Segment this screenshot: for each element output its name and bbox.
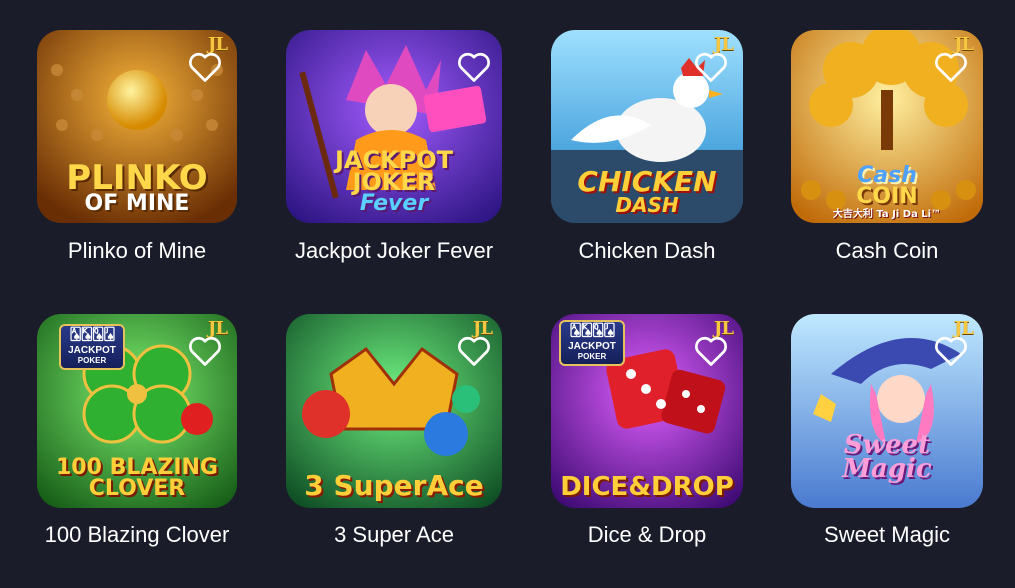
game-title[interactable]: Cash Coin	[751, 238, 1015, 264]
badge-top: JACKPOT	[568, 341, 616, 352]
game-card[interactable]: JL 3 SuperAce 3 Super Ace	[286, 314, 502, 559]
game-logo: DICE&DROP	[551, 472, 743, 503]
game-card[interactable]: JACKPOT JOKER Fever Jackpot Joker Fever	[286, 30, 502, 275]
game-logo: CHICKEN DASH	[551, 165, 743, 217]
game-logo: 100 BLAZING CLOVER	[37, 457, 237, 502]
badge-bottom: POKER	[577, 351, 607, 361]
badge-bottom: POKER	[77, 355, 107, 365]
game-logo: JACKPOT JOKER Fever	[286, 145, 502, 217]
jackpot-poker-badge: 🂡🂮🂭🂫 JACKPOT POKER	[559, 320, 625, 366]
favorite-button[interactable]	[693, 334, 729, 368]
game-thumbnail[interactable]: JL 🂡🂮🂭🂫 JACKPOT POKER DICE&DROP	[551, 314, 743, 508]
game-title[interactable]: Sweet Magic	[751, 522, 1015, 548]
game-title[interactable]: Plinko of Mine	[0, 238, 277, 264]
game-card[interactable]: JL Sweet Magic Sweet Magic	[791, 314, 983, 559]
game-logo-line: CHICKEN	[577, 165, 717, 199]
favorite-button[interactable]	[933, 50, 969, 84]
heart-outline-icon	[695, 336, 727, 366]
heart-outline-icon	[189, 52, 221, 82]
game-card[interactable]: JL PLINKO OF MINE Plinko of Mine	[37, 30, 237, 275]
game-title[interactable]: 3 Super Ace	[246, 522, 542, 548]
game-thumbnail[interactable]: JACKPOT JOKER Fever	[286, 30, 502, 223]
heart-outline-icon	[935, 336, 967, 366]
game-title[interactable]: 100 Blazing Clover	[0, 522, 277, 548]
favorite-button[interactable]	[456, 334, 492, 368]
game-logo-line: 3 SuperAce	[304, 469, 484, 503]
game-thumbnail[interactable]: JL CHICKEN DASH	[551, 30, 743, 223]
game-logo: PLINKO OF MINE	[37, 157, 237, 215]
game-card[interactable]: JL 🂡🂮🂭🂫 JACKPOT POKER 100 BLAZING CLOVER…	[37, 314, 237, 559]
favorite-button[interactable]	[693, 50, 729, 84]
game-title[interactable]: Chicken Dash	[511, 238, 783, 264]
game-title[interactable]: Dice & Drop	[511, 522, 783, 548]
game-logo-line: Sweet Magic	[842, 429, 932, 485]
heart-outline-icon	[189, 336, 221, 366]
playing-cards-icon: 🂡🂮🂭🂫	[69, 327, 115, 341]
favorite-button[interactable]	[187, 334, 223, 368]
heart-outline-icon	[935, 52, 967, 82]
heart-outline-icon	[695, 52, 727, 82]
game-logo-line: DICE&DROP	[560, 472, 734, 503]
game-logo-line: 大吉大利 Ta Ji Da Li™	[832, 208, 942, 220]
game-logo-line: PLINKO	[66, 157, 208, 198]
game-thumbnail[interactable]: JL 🂡🂮🂭🂫 JACKPOT POKER 100 BLAZING CLOVER	[37, 314, 237, 508]
game-thumbnail[interactable]: JL Cash COIN 大吉大利 Ta Ji Da Li™	[791, 30, 983, 223]
game-thumbnail[interactable]: JL 3 SuperAce	[286, 314, 502, 508]
game-logo: Sweet Magic	[791, 429, 983, 485]
game-card[interactable]: JL Cash COIN 大吉大利 Ta Ji Da Li™ Cash Coin	[791, 30, 983, 275]
game-thumbnail[interactable]: JL PLINKO OF MINE	[37, 30, 237, 223]
favorite-button[interactable]	[933, 334, 969, 368]
game-thumbnail[interactable]: JL Sweet Magic	[791, 314, 983, 508]
game-card[interactable]: JL 🂡🂮🂭🂫 JACKPOT POKER DICE&DROP Dice & D…	[551, 314, 743, 559]
favorite-button[interactable]	[187, 50, 223, 84]
heart-outline-icon	[458, 52, 490, 82]
game-logo-line: Fever	[359, 191, 429, 217]
game-logo-line: COIN	[856, 183, 918, 209]
favorite-button[interactable]	[456, 50, 492, 84]
game-title[interactable]: Jackpot Joker Fever	[246, 238, 542, 264]
playing-cards-icon: 🂡🂮🂭🂫	[569, 323, 615, 337]
game-card[interactable]: JL CHICKEN DASH Chicken Dash	[551, 30, 743, 275]
game-logo-line: CLOVER	[88, 476, 186, 502]
game-grid: JL PLINKO OF MINE Plinko of Mine JACKPOT…	[0, 0, 1015, 588]
game-logo: Cash COIN 大吉大利 Ta Ji Da Li™	[791, 164, 983, 220]
game-logo-line: JACKPOT JOKER	[334, 145, 454, 197]
badge-top: JACKPOT	[68, 345, 116, 356]
game-logo-line: DASH	[615, 193, 679, 217]
game-logo: 3 SuperAce	[286, 469, 502, 503]
jackpot-poker-badge: 🂡🂮🂭🂫 JACKPOT POKER	[59, 324, 125, 370]
heart-outline-icon	[458, 336, 490, 366]
